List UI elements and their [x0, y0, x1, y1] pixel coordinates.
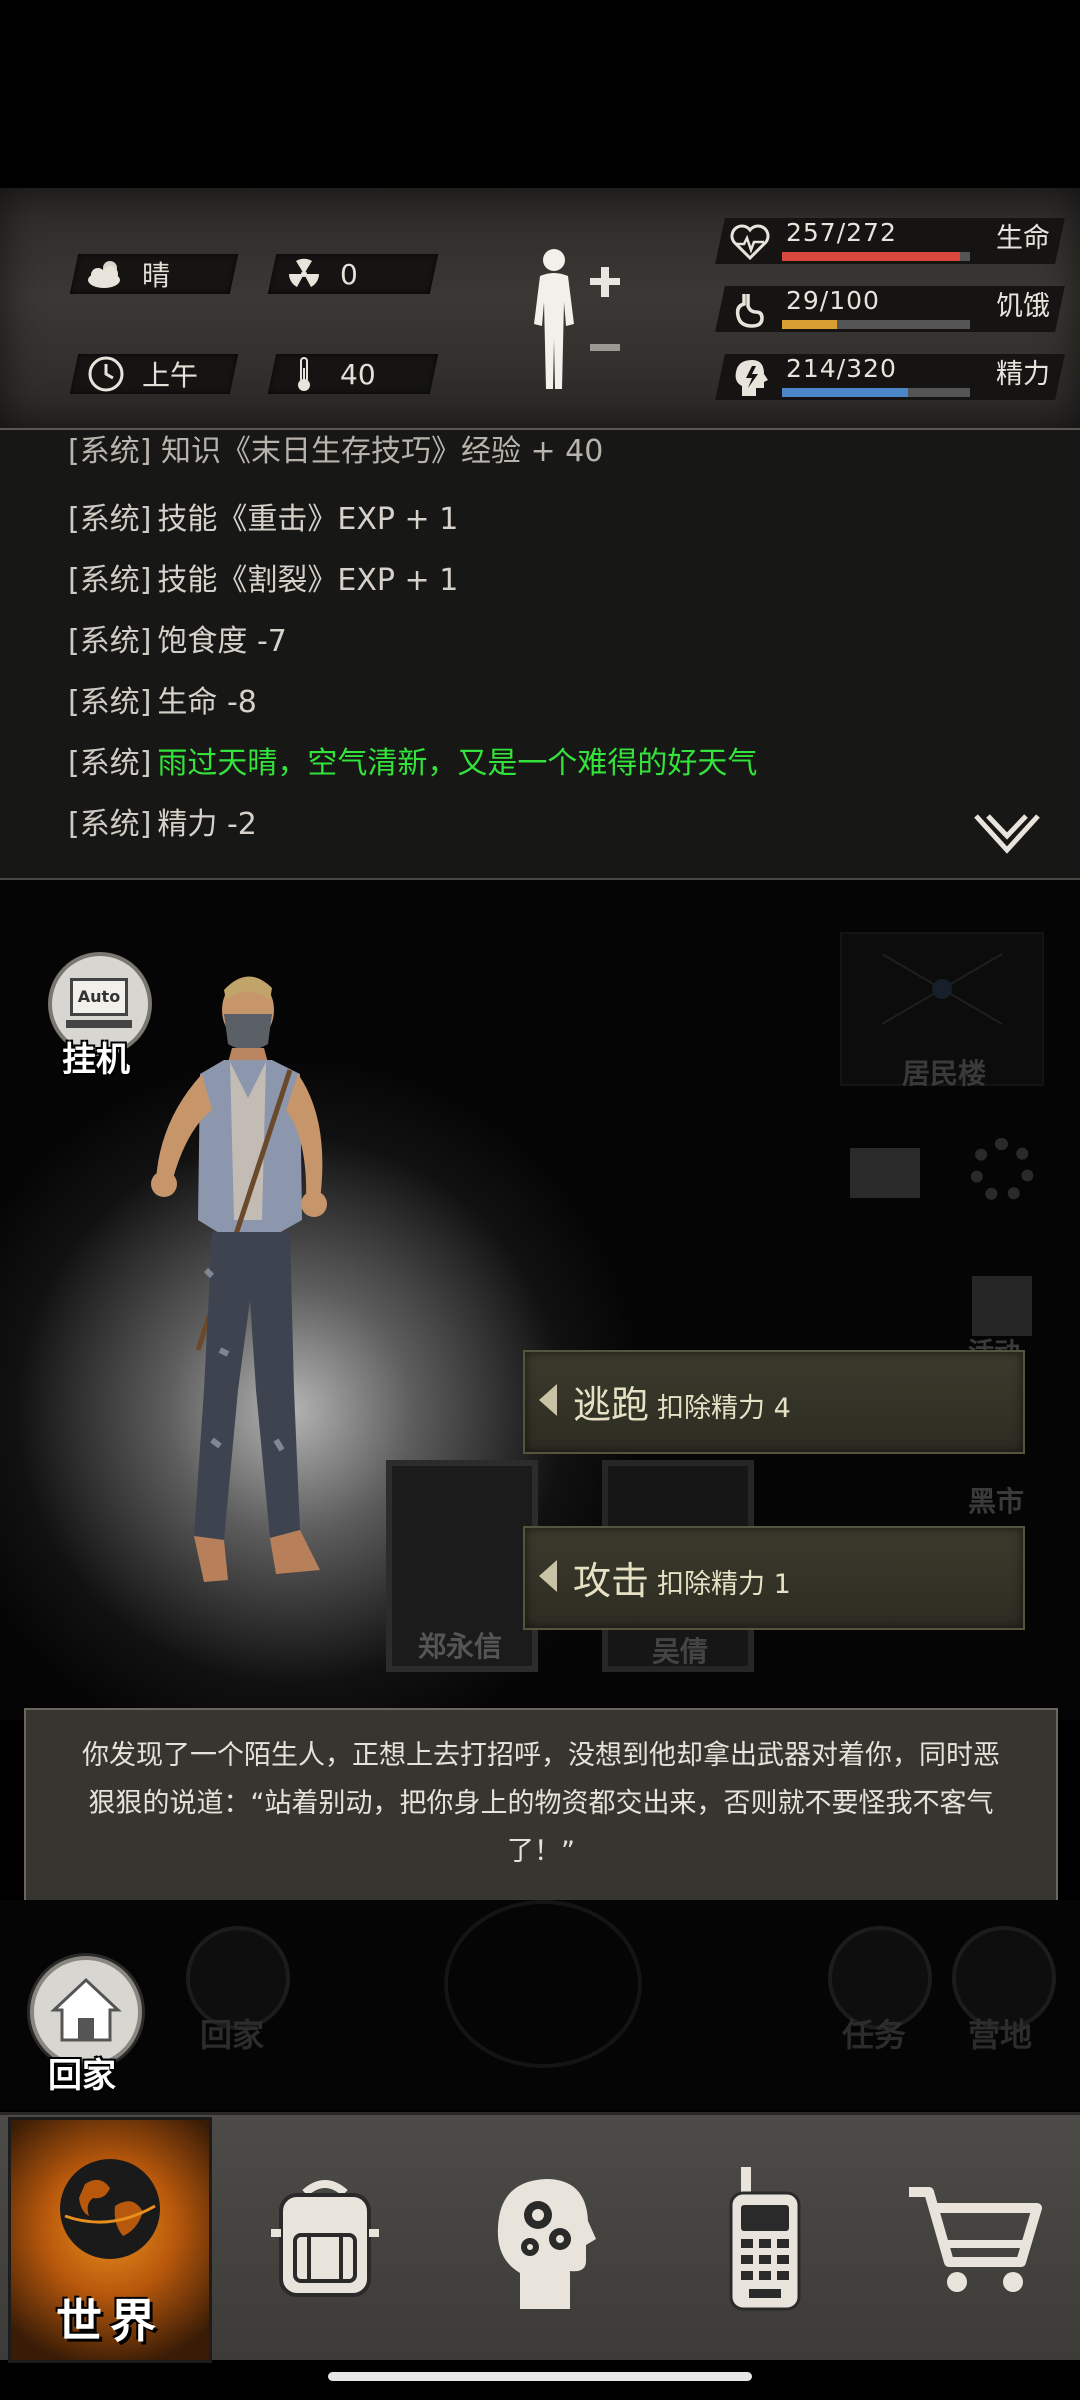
caret-left-icon: [539, 1560, 557, 1592]
stranger-character: [151, 976, 327, 1582]
nav-radio-tab[interactable]: [670, 2115, 860, 2360]
weather-chip: 晴: [69, 254, 239, 294]
expand-log-button[interactable]: [972, 810, 1042, 860]
energy-value: 214/320: [786, 354, 897, 383]
attack-button[interactable]: 攻击 扣除精力 1: [523, 1526, 1025, 1630]
go-home-button[interactable]: 回家: [30, 1956, 142, 2096]
temperature-value: 40: [340, 357, 376, 391]
double-chevron-down-icon: [974, 814, 1040, 854]
hunger-value: 29/100: [786, 286, 880, 315]
backpack-icon: [271, 2179, 379, 2297]
nav-skills-tab[interactable]: [450, 2115, 640, 2360]
caret-left-icon: [539, 1384, 557, 1416]
character-body-button[interactable]: [518, 244, 628, 394]
health-label: 生命: [996, 223, 1050, 254]
log-line: [系统] 生命 -8: [68, 685, 257, 720]
radiation-value: 0: [340, 257, 358, 291]
go-home-label: 回家: [48, 2056, 116, 2096]
encounter-dialog: 你发现了一个陌生人，正想上去打招呼，没想到他却拿出武器对着你，同时恶狠狠的说道：…: [24, 1708, 1058, 1902]
energy-head-icon: [735, 360, 768, 396]
mail-icon[interactable]: [850, 1148, 920, 1198]
message-log[interactable]: [系统] 知识《末日生存技巧》经验 + 40 [系统] 技能《重击》EXP + 1…: [0, 430, 1080, 881]
settings-gear-icon[interactable]: [970, 1138, 1034, 1202]
energy-fill: [782, 388, 908, 397]
health-value: 257/272: [786, 218, 897, 247]
black-market-label: 黑市: [968, 1485, 1025, 1518]
log-line-highlight: [系统] 雨过天晴，空气清新，又是一个难得的好天气: [68, 746, 758, 781]
energy-label: 精力: [996, 359, 1050, 390]
stomach-icon: [735, 294, 764, 328]
clock-icon: [86, 354, 126, 394]
time-chip: 上午: [69, 354, 239, 394]
health-bar: 257/272 生命: [715, 214, 1065, 270]
photo-1-name: 郑永信: [418, 1630, 503, 1663]
flee-label: 逃跑: [573, 1383, 650, 1427]
bottom-nav: 世界: [0, 2112, 1080, 2363]
dialog-text: 你发现了一个陌生人，正想上去打招呼，没想到他却拿出武器对着你，同时恶狠狠的说道：…: [82, 1740, 1000, 1867]
globe-icon: [60, 2159, 160, 2259]
radiation-chip: 0: [267, 254, 439, 294]
radiation-icon: [284, 254, 324, 294]
log-line: [系统] 技能《割裂》EXP + 1: [68, 563, 459, 598]
health-fill: [782, 252, 960, 261]
cloud-sun-icon: [86, 254, 126, 294]
flee-cost: 扣除精力 4: [657, 1393, 791, 1424]
thermometer-icon: [284, 354, 324, 394]
nav-world-label: 世界: [56, 2294, 164, 2348]
log-line-partial: [系统] 知识《末日生存技巧》经验 + 40: [68, 434, 604, 469]
lower-scene-row: 回家 任务 营地 回家: [0, 1900, 1080, 2110]
hunger-fill: [782, 320, 837, 329]
status-panel: 晴 0 上午 40 257/272 生命 29/100 饥饿 214/320 精…: [0, 188, 1080, 431]
skills-head-icon: [497, 2178, 596, 2309]
attack-cost: 扣除精力 1: [657, 1569, 791, 1600]
nav-shop-tab[interactable]: [880, 2115, 1070, 2360]
heart-pulse-icon: [730, 224, 770, 261]
time-value: 上午: [142, 359, 199, 392]
log-line: [系统] 精力 -2: [68, 807, 257, 842]
camp-label: 营地: [968, 2016, 1033, 2054]
nav-world-tab[interactable]: 世界: [8, 2117, 212, 2363]
gift-icon[interactable]: [972, 1276, 1032, 1336]
photo-2-name: 吴倩: [652, 1635, 709, 1668]
tasks-label: 任务: [842, 2016, 907, 2054]
energy-bar: 214/320 精力: [715, 350, 1065, 406]
flee-button[interactable]: 逃跑 扣除精力 4: [523, 1350, 1025, 1454]
log-line: [系统] 技能《重击》EXP + 1: [68, 502, 459, 537]
hunger-label: 饥饿: [996, 291, 1050, 322]
hunger-bar: 29/100 饥饿: [715, 282, 1065, 338]
center-ghost-icon: [444, 1900, 642, 2068]
residential-label: 居民楼: [902, 1057, 987, 1090]
shop-cart-icon: [909, 2186, 1042, 2292]
radio-icon: [729, 2166, 801, 2310]
attack-label: 攻击: [573, 1559, 650, 1603]
home-ghost-label: 回家: [200, 2016, 265, 2054]
home-indicator[interactable]: [328, 2372, 752, 2381]
temperature-chip: 40: [267, 354, 439, 394]
weather-value: 晴: [142, 259, 171, 292]
nav-backpack-tab[interactable]: [230, 2115, 420, 2360]
log-line: [系统] 饱食度 -7: [68, 624, 287, 659]
encounter-scene: 居民楼 活动 黑市 郑永信 吴倩 Auto 挂机 逃跑 扣除精力 4: [0, 880, 1080, 1720]
body-figure-icon: [534, 249, 620, 389]
